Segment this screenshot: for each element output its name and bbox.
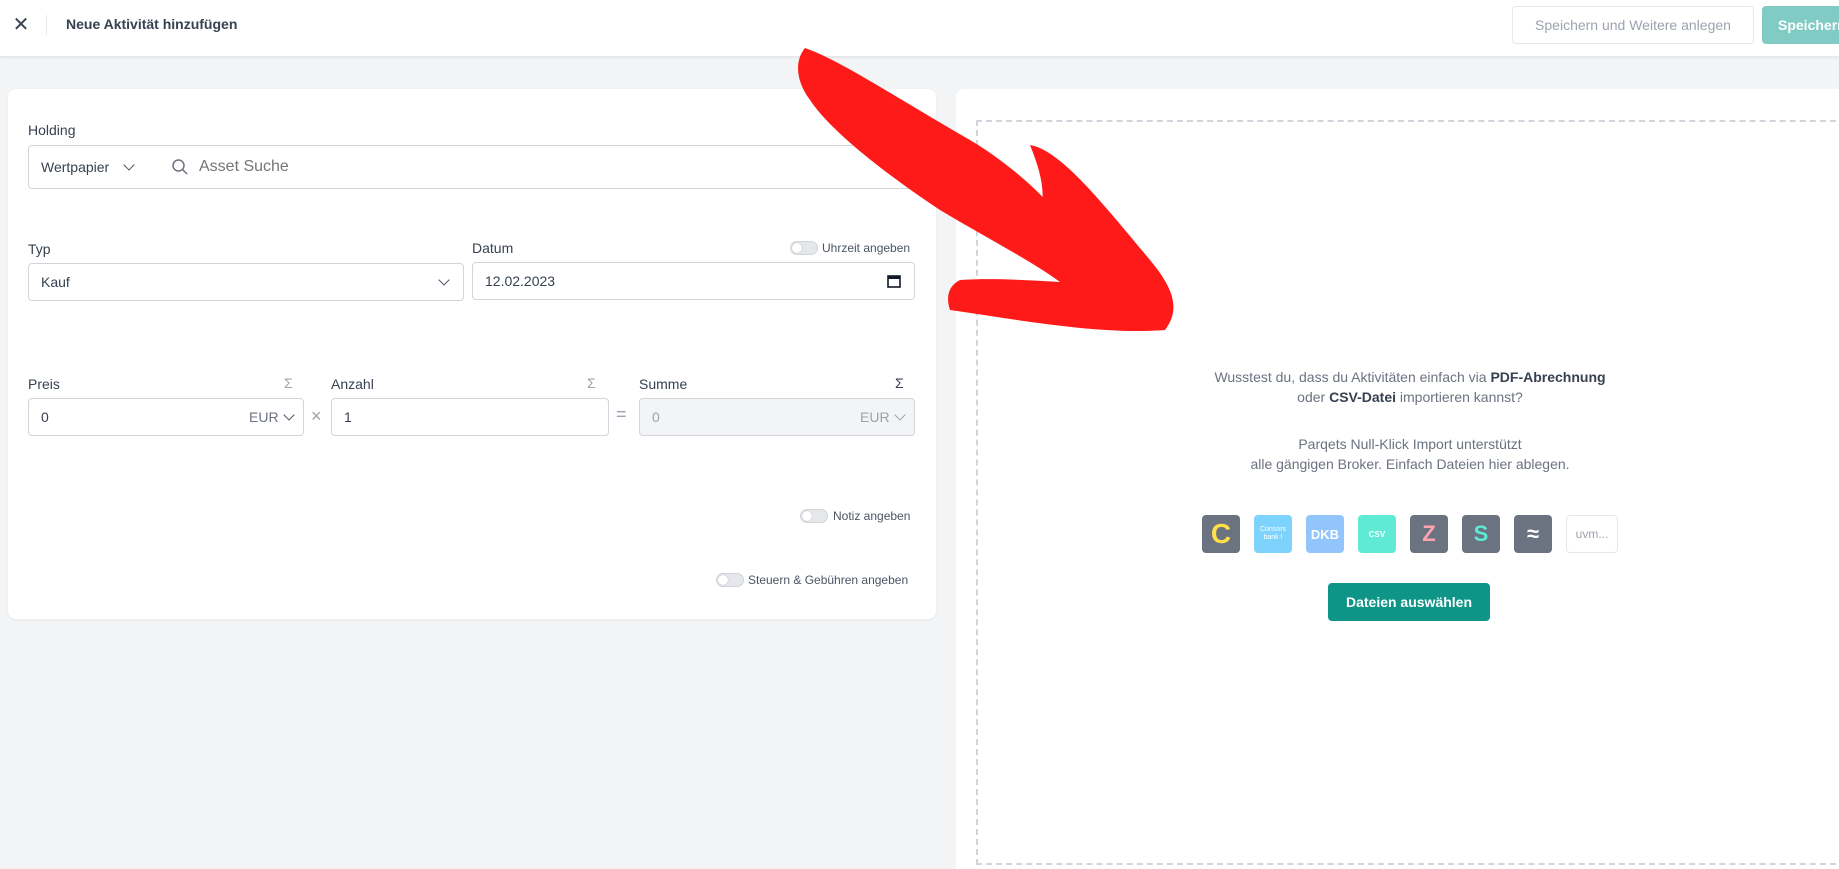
note-toggle-label: Notiz angeben <box>833 509 911 523</box>
currency-select: EUR <box>860 409 890 425</box>
search-icon <box>172 159 188 175</box>
page-title: Neue Aktivität hinzufügen <box>66 16 238 32</box>
time-toggle-label: Uhrzeit angeben <box>822 241 911 255</box>
import-hint-line-4: alle gängigen Broker. Einfach Dateien hi… <box>1250 456 1570 472</box>
fees-toggle[interactable] <box>716 573 744 587</box>
datum-label: Datum <box>472 240 514 256</box>
currency-select[interactable]: EUR <box>249 409 279 425</box>
divider <box>46 15 47 35</box>
broker-logo-wave: ≈ <box>1514 515 1552 553</box>
time-toggle[interactable] <box>790 241 818 255</box>
import-hint-line-2: oder CSV-Datei importieren kannst? <box>1297 389 1523 405</box>
choose-files-button[interactable]: Dateien auswählen <box>1328 583 1490 621</box>
preis-input[interactable]: 0 EUR <box>28 398 304 436</box>
anzahl-value: 1 <box>344 409 352 425</box>
summe-value: 0 <box>652 409 660 425</box>
chevron-down-icon <box>283 409 295 421</box>
fees-toggle-label: Steuern & Gebühren angeben <box>748 573 909 587</box>
typ-value: Kauf <box>41 274 70 290</box>
sigma-icon[interactable]: Σ <box>284 375 293 391</box>
equals-icon: = <box>616 404 627 424</box>
summe-field: 0 EUR <box>639 398 915 436</box>
preis-value: 0 <box>41 409 49 425</box>
broker-logo-dkb: DKB <box>1306 515 1344 553</box>
anzahl-label: Anzahl <box>331 376 374 392</box>
sigma-icon[interactable]: Σ <box>895 375 904 391</box>
datum-value: 12.02.2023 <box>485 273 556 289</box>
save-and-add-more-button[interactable]: Speichern und Weitere anlegen <box>1512 6 1754 44</box>
import-hint-line-3: Parqets Null-Klick Import unterstützt <box>1298 436 1522 452</box>
close-icon[interactable]: ✕ <box>10 14 32 36</box>
broker-logo-c: C <box>1202 515 1240 553</box>
typ-label: Typ <box>28 241 51 257</box>
summe-label: Summe <box>639 376 688 392</box>
multiply-icon: × <box>311 406 322 426</box>
save-button[interactable]: Speichern <box>1762 6 1839 44</box>
broker-logo-s: S <box>1462 515 1500 553</box>
top-bar: ✕ Neue Aktivität hinzufügen Speichern un… <box>0 0 1839 57</box>
note-toggle[interactable] <box>800 509 828 523</box>
anzahl-input[interactable]: 1 <box>331 398 609 436</box>
broker-logo-consorsbank: Consors bank ! <box>1254 515 1292 553</box>
import-hint-line-1: Wusstest du, dass du Aktivitäten einfach… <box>1214 369 1606 385</box>
calendar-icon[interactable] <box>887 274 901 288</box>
broker-logo-z: Z <box>1410 515 1448 553</box>
chevron-down-icon <box>438 274 450 286</box>
datum-input[interactable]: 12.02.2023 <box>472 262 915 300</box>
file-dropzone[interactable] <box>976 120 1839 865</box>
more-brokers: uvm... <box>1566 515 1618 553</box>
holding-field: Wertpapier <box>28 145 915 189</box>
holding-label: Holding <box>28 122 76 138</box>
sigma-icon[interactable]: Σ <box>587 375 596 391</box>
typ-select[interactable]: Kauf <box>28 263 464 301</box>
asset-type-select[interactable]: Wertpapier <box>41 159 109 175</box>
asset-search-input[interactable] <box>199 155 799 179</box>
broker-logo-csv: CSV <box>1358 515 1396 553</box>
chevron-down-icon <box>123 159 135 171</box>
preis-label: Preis <box>28 376 60 392</box>
chevron-down-icon <box>894 409 906 421</box>
